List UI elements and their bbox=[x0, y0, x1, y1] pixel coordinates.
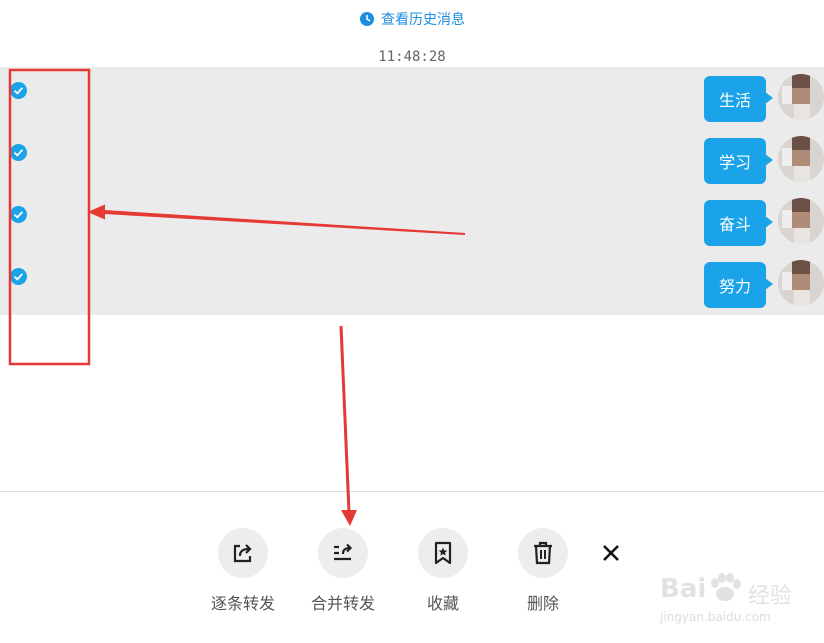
checked-icon[interactable] bbox=[10, 82, 27, 99]
view-history-link[interactable]: 查看历史消息 bbox=[0, 9, 824, 29]
message-row[interactable]: 奋斗 bbox=[0, 194, 824, 246]
forward-one-by-one-icon-circle[interactable] bbox=[218, 528, 268, 578]
favorite-label: 收藏 bbox=[426, 594, 459, 613]
forward-one-by-one-icon bbox=[233, 544, 252, 563]
forward-one-by-one-label: 逐条转发 bbox=[210, 594, 275, 613]
close-icon bbox=[603, 545, 619, 561]
annotation-arrow-down-head bbox=[341, 510, 357, 526]
clock-icon bbox=[360, 12, 374, 26]
avatar[interactable] bbox=[778, 136, 824, 182]
merge-forward-button[interactable]: 合并转发 bbox=[303, 528, 383, 614]
merge-forward-label: 合并转发 bbox=[310, 594, 375, 613]
merge-forward-icon-circle[interactable] bbox=[318, 528, 368, 578]
trash-icon bbox=[534, 541, 552, 565]
close-button[interactable] bbox=[599, 541, 623, 565]
message-bubble[interactable]: 努力 bbox=[704, 262, 773, 308]
watermark-url: jingyan.baidu.com bbox=[660, 610, 771, 624]
favorite-button[interactable]: 收藏 bbox=[403, 528, 483, 614]
checked-icon[interactable] bbox=[10, 268, 27, 285]
view-history-label: 查看历史消息 bbox=[381, 12, 465, 28]
message-bubble[interactable]: 生活 bbox=[704, 76, 773, 122]
avatar[interactable] bbox=[778, 198, 824, 244]
forward-one-by-one-button[interactable]: 逐条转发 bbox=[203, 528, 283, 614]
message-bubble[interactable]: 奋斗 bbox=[704, 200, 773, 246]
bookmark-star-icon bbox=[434, 541, 452, 565]
watermark-brand: Bai bbox=[660, 574, 707, 604]
baidu-jingyan-watermark: Bai 经验 jingyan.baidu.com bbox=[660, 568, 810, 630]
message-row[interactable]: 学习 bbox=[0, 132, 824, 184]
message-row[interactable]: 努力 bbox=[0, 256, 824, 308]
delete-button[interactable]: 删除 bbox=[503, 528, 583, 614]
message-row[interactable]: 生活 bbox=[0, 70, 824, 122]
toolbar-divider bbox=[0, 491, 824, 492]
paw-icon bbox=[711, 573, 741, 601]
message-bubble[interactable]: 学习 bbox=[704, 138, 773, 184]
avatar[interactable] bbox=[778, 74, 824, 120]
avatar[interactable] bbox=[778, 260, 824, 306]
delete-icon-circle[interactable] bbox=[518, 528, 568, 578]
watermark-brand-cn: 经验 bbox=[748, 584, 793, 609]
checked-icon[interactable] bbox=[10, 206, 27, 223]
merge-forward-icon bbox=[334, 543, 353, 561]
annotation-arrow-down-line bbox=[339, 325, 351, 513]
message-timestamp: 11:48:28 bbox=[378, 49, 446, 65]
favorite-icon-circle[interactable] bbox=[418, 528, 468, 578]
delete-label: 删除 bbox=[526, 594, 559, 613]
checked-icon[interactable] bbox=[10, 144, 27, 161]
